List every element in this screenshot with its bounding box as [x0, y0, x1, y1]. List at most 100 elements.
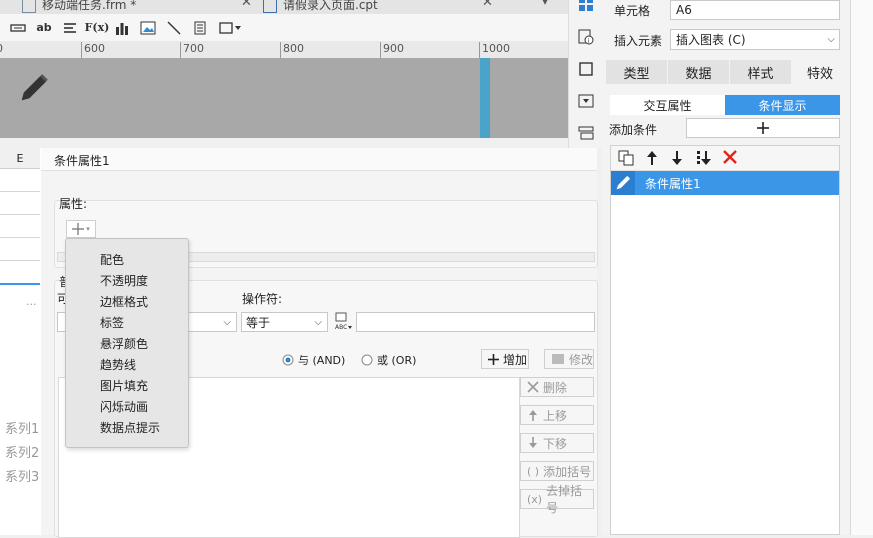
align-left-icon[interactable]	[60, 18, 80, 37]
cell-label: 单元格	[614, 4, 651, 18]
menu-item-hover-color[interactable]: 悬浮颜色	[100, 335, 148, 352]
condition-list-box: 条件属性1	[610, 145, 840, 535]
tab-type[interactable]: 类型	[606, 60, 667, 84]
chevron-down-icon: ⌵	[223, 316, 231, 328]
text-widget-button[interactable]: ab	[34, 18, 54, 37]
report-file-icon	[263, 0, 277, 13]
tab-list-dropdown-icon[interactable]: ▾	[542, 0, 548, 8]
add-button[interactable]: 增加	[481, 349, 529, 369]
radio-or[interactable]: 或 (OR)	[361, 352, 416, 368]
chevron-down-icon: ⌵	[827, 34, 835, 45]
condition-list-item[interactable]: 条件属性1	[611, 171, 839, 195]
insert-element-value: 插入图表 (C)	[676, 33, 746, 47]
layout-grid-icon[interactable]	[578, 0, 594, 12]
tab-conditional-display[interactable]: 条件显示	[725, 95, 840, 115]
radio-and[interactable]: 与 (AND)	[282, 352, 345, 368]
more-icon: ···	[26, 298, 37, 311]
tab-mobile-task[interactable]: 移动端任务.frm *	[22, 0, 136, 14]
cell-field[interactable]: A6	[670, 0, 840, 20]
menu-item-trendline[interactable]: 趋势线	[100, 356, 136, 373]
add-attribute-button[interactable]: ▾	[66, 220, 96, 238]
chevron-down-icon: ⌵	[314, 316, 322, 328]
delete-icon	[527, 381, 539, 393]
chart-toolbar: ab F(x)	[0, 14, 568, 42]
sheet-cell[interactable]	[0, 215, 40, 238]
border-dropdown-icon[interactable]	[216, 18, 244, 37]
attribute-type-menu: 配色 不透明度 边框格式 标签 悬浮颜色 趋势线 图片填充 闪烁动画 数据点提示	[65, 238, 189, 448]
sheet-cell[interactable]	[0, 192, 40, 215]
frame-widget-icon[interactable]	[578, 61, 594, 77]
ruler-tick-label: 0	[0, 42, 3, 55]
slash-line-icon[interactable]	[164, 18, 184, 37]
operator-select[interactable]: 等于 ⌵	[241, 312, 328, 332]
menu-item-flash-animation[interactable]: 闪烁动画	[100, 398, 148, 415]
insert-element-select[interactable]: 插入图表 (C) ⌵	[670, 29, 840, 50]
info-widget-icon[interactable]: i	[578, 29, 594, 45]
close-tab-icon[interactable]: ✕	[482, 0, 493, 10]
add-condition-label: 添加条件	[609, 123, 658, 137]
tab-label: 请假录入页面.cpt	[283, 0, 378, 12]
document-tab-bar: 移动端任务.frm * ✕ 请假录入页面.cpt ✕ ▾	[0, 0, 568, 15]
menu-item-opacity[interactable]: 不透明度	[100, 272, 148, 289]
column-header: E	[0, 148, 40, 169]
menu-item-data-point-tooltip[interactable]: 数据点提示	[100, 419, 160, 436]
move-down-icon[interactable]	[670, 150, 684, 169]
move-down-button[interactable]: 下移	[520, 433, 594, 453]
svg-text:ABC: ABC	[335, 324, 347, 331]
add-parenthesis-button[interactable]: ( ) 添加括号	[520, 461, 594, 481]
delete-icon[interactable]	[723, 150, 737, 167]
delete-button[interactable]: 删除	[520, 377, 594, 397]
menu-item-image-fill[interactable]: 图片填充	[100, 377, 148, 394]
plus-icon	[488, 353, 499, 365]
image-icon[interactable]	[138, 18, 158, 37]
bar-chart-icon[interactable]	[112, 18, 132, 37]
radio-unselected-icon	[361, 354, 373, 366]
menu-item-label[interactable]: 标签	[100, 314, 124, 331]
sheet-cell[interactable]	[0, 238, 40, 261]
horizontal-ruler: 0 600 700 800 900 1000	[0, 41, 568, 59]
add-condition-button[interactable]	[686, 118, 840, 138]
dropdown-widget-icon[interactable]	[578, 93, 594, 109]
canvas-selection-strip	[480, 58, 490, 138]
series-label: 系列3	[5, 470, 40, 485]
sheet-cell[interactable]	[0, 169, 40, 192]
value-input[interactable]	[356, 312, 595, 332]
parenthesis-icon: ( )	[527, 464, 540, 478]
chevron-down-icon: ▾	[86, 225, 90, 233]
attribute-label: 属性:	[59, 197, 88, 211]
arrow-down-icon	[529, 437, 537, 448]
operator-label: 操作符:	[242, 292, 283, 306]
menu-item-color-scheme[interactable]: 配色	[100, 251, 124, 268]
formula-button[interactable]: F(x)	[85, 18, 110, 37]
modify-icon	[552, 354, 564, 364]
tab-style[interactable]: 样式	[730, 60, 791, 84]
sheet-cell[interactable]	[0, 261, 40, 285]
remove-parenthesis-icon: (x)	[527, 492, 543, 506]
remove-parenthesis-button[interactable]: (x) 去掉括号	[520, 484, 594, 515]
value-type-icon[interactable]: ABC	[333, 311, 353, 331]
move-up-button[interactable]: 上移	[520, 405, 594, 425]
operator-value: 等于	[246, 315, 271, 330]
close-tab-icon[interactable]: ✕	[241, 0, 252, 10]
condition-item-label: 条件属性1	[645, 177, 701, 191]
properties-panel: 单元格 A6 插入元素 插入图表 (C) ⌵ 类型 数据 样式 特效 交互属性 …	[602, 0, 850, 535]
tab-interaction[interactable]: 交互属性	[610, 95, 725, 115]
condition-list-toolbar	[611, 146, 839, 171]
form-file-icon	[22, 0, 36, 13]
plus-icon	[757, 122, 769, 134]
input-field-widget-icon[interactable]	[8, 18, 28, 37]
radio-selected-icon	[282, 354, 294, 366]
series-label: 系列2	[5, 446, 40, 461]
tab-effects[interactable]: 特效	[792, 60, 848, 84]
move-bottom-icon[interactable]	[696, 150, 712, 169]
pencil-edit-icon[interactable]	[14, 70, 52, 108]
radio-and-label: 与 (AND)	[298, 354, 346, 367]
menu-item-border-format[interactable]: 边框格式	[100, 293, 148, 310]
document-icon[interactable]	[190, 18, 210, 37]
tab-widget-icon[interactable]	[578, 125, 594, 141]
copy-icon[interactable]	[618, 150, 634, 169]
tab-data[interactable]: 数据	[668, 60, 729, 84]
tab-leave-entry[interactable]: 请假录入页面.cpt	[263, 0, 378, 14]
move-up-icon[interactable]	[645, 150, 659, 169]
modify-button[interactable]: 修改	[544, 349, 594, 369]
